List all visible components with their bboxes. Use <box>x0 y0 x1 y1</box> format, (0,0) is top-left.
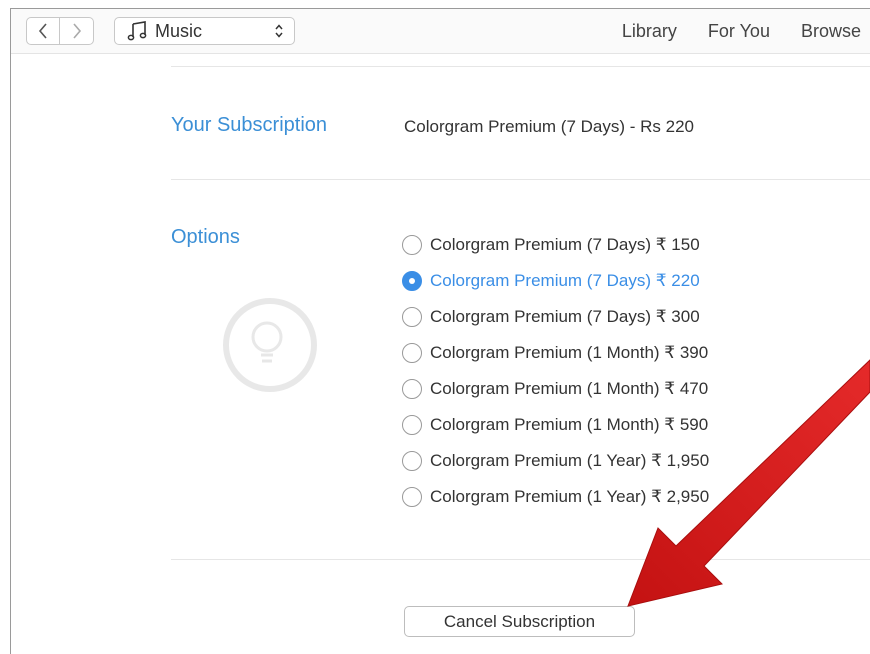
radio-button-checked[interactable] <box>402 271 422 291</box>
option-label: Colorgram Premium (1 Year) ₹ 2,950 <box>430 487 710 506</box>
subscription-label: Your Subscription <box>171 114 328 136</box>
cancel-subscription-button[interactable]: Cancel Subscription <box>404 606 635 637</box>
radio-button[interactable] <box>402 415 422 435</box>
option-label: Colorgram Premium (7 Days) ₹ 150 <box>430 235 700 254</box>
options-list: Colorgram Premium (7 Days) ₹ 150 Colorgr… <box>402 227 709 515</box>
chevron-right-icon <box>72 23 81 39</box>
radio-button[interactable] <box>402 451 422 471</box>
nav-for-you[interactable]: For You <box>708 19 770 43</box>
option-label: Colorgram Premium (1 Month) ₹ 470 <box>430 379 709 398</box>
toolbar: Music Library For You Browse <box>11 9 870 54</box>
divider <box>171 559 870 560</box>
chevron-left-icon <box>38 23 47 39</box>
radio-button[interactable] <box>402 307 422 327</box>
divider <box>171 179 870 180</box>
radio-button[interactable] <box>402 235 422 255</box>
top-nav: Library For You Browse <box>591 19 861 43</box>
nav-buttons <box>26 17 94 45</box>
radio-button[interactable] <box>402 379 422 399</box>
subscription-value: Colorgram Premium (7 Days) - Rs 220 <box>404 117 695 136</box>
option-label: Colorgram Premium (1 Month) ₹ 390 <box>430 343 709 362</box>
option-item[interactable]: Colorgram Premium (1 Month) ₹ 470 <box>402 371 709 407</box>
option-item[interactable]: Colorgram Premium (1 Year) ₹ 2,950 <box>402 479 709 515</box>
back-button[interactable] <box>26 17 60 45</box>
option-item[interactable]: Colorgram Premium (1 Year) ₹ 1,950 <box>402 443 709 479</box>
media-kind-select[interactable]: Music <box>114 17 295 45</box>
watermark-logo <box>223 298 317 392</box>
nav-library[interactable]: Library <box>622 19 677 43</box>
music-note-icon <box>127 21 147 41</box>
option-item[interactable]: Colorgram Premium (7 Days) ₹ 150 <box>402 227 709 263</box>
media-kind-label: Music <box>155 20 203 41</box>
updown-chevron-icon <box>275 24 283 38</box>
option-item[interactable]: Colorgram Premium (1 Month) ₹ 590 <box>402 407 709 443</box>
option-label: Colorgram Premium (7 Days) ₹ 300 <box>430 307 700 326</box>
option-label: Colorgram Premium (1 Year) ₹ 1,950 <box>430 451 710 470</box>
nav-browse[interactable]: Browse <box>801 19 861 43</box>
option-item[interactable]: Colorgram Premium (1 Month) ₹ 390 <box>402 335 709 371</box>
option-label: Colorgram Premium (1 Month) ₹ 590 <box>430 415 709 434</box>
divider <box>171 66 870 67</box>
option-item[interactable]: Colorgram Premium (7 Days) ₹ 220 <box>402 263 709 299</box>
forward-button[interactable] <box>60 17 94 45</box>
itunes-window: Music Library For You Browse Your Subscr… <box>10 8 870 654</box>
options-label: Options <box>171 226 240 248</box>
option-item[interactable]: Colorgram Premium (7 Days) ₹ 300 <box>402 299 709 335</box>
radio-button[interactable] <box>402 487 422 507</box>
radio-button[interactable] <box>402 343 422 363</box>
option-label: Colorgram Premium (7 Days) ₹ 220 <box>430 271 700 290</box>
